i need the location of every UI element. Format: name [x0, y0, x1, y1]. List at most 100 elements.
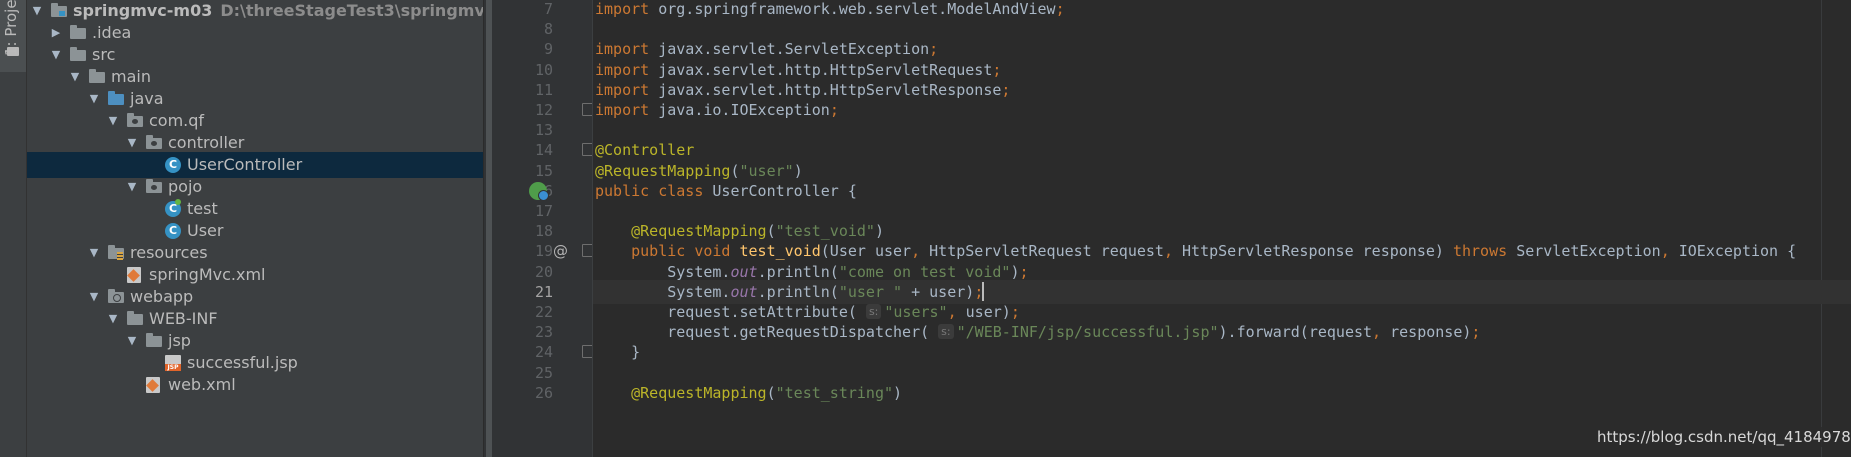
code-token: System.	[595, 282, 731, 301]
parameter-hint: s:	[938, 324, 954, 340]
tool-window-strip: 1: Project	[0, 0, 27, 457]
folder-icon	[89, 69, 105, 85]
code-token: @RequestMapping	[631, 222, 767, 241]
expanded-arrow-icon[interactable]: ▼	[48, 47, 64, 63]
code-token: (	[766, 383, 776, 402]
code-token: UserController {	[712, 181, 857, 200]
code-token: response)	[1390, 323, 1472, 342]
tree-item-label: controller	[168, 133, 245, 152]
spring-bean-gutter-icon[interactable]	[529, 181, 549, 201]
code-token: )	[874, 222, 884, 241]
folder-shape	[108, 91, 124, 105]
module-folder-icon	[51, 3, 67, 19]
code-token: HttpServletRequest request	[929, 242, 1164, 261]
code-token: ;	[1019, 262, 1029, 281]
folder-shape	[70, 47, 86, 61]
code-token: java.io.IOException	[658, 101, 830, 119]
code-token: out	[730, 262, 758, 281]
code-line[interactable]: request.getRequestDispatcher( s: "/WEB-IN…	[595, 320, 1480, 344]
request-mapping-gutter-icon[interactable]: @	[553, 239, 568, 263]
code-token: System.	[595, 262, 731, 281]
collapsed-arrow-icon[interactable]: ▶	[48, 25, 64, 41]
class-c-glyph: C	[165, 157, 181, 173]
class-icon: C	[165, 157, 181, 173]
web-marker	[113, 294, 121, 302]
tree-item-web-xml[interactable]: web.xml	[27, 372, 483, 398]
package-dot	[132, 119, 138, 124]
code-token: @RequestMapping	[631, 383, 767, 402]
expanded-arrow-icon[interactable]: ▼	[124, 179, 140, 195]
resources-marker	[117, 252, 123, 260]
package-icon	[127, 113, 143, 129]
code-token: ,	[911, 242, 930, 261]
xml-file-icon	[146, 377, 162, 393]
class-c-glyph: C	[165, 223, 181, 239]
tree-item-label: com.qf	[149, 111, 205, 130]
folder-shape	[89, 69, 105, 83]
editor-gutter[interactable]: 7891011121314151617181920212223242526	[495, 0, 593, 457]
jsp-file-icon: JSP	[165, 355, 181, 371]
package-dot	[151, 141, 157, 146]
code-token: "user "	[838, 282, 903, 301]
jsp-shape: JSP	[165, 355, 181, 371]
tree-item-label: resources	[130, 243, 208, 262]
code-token: + user)	[902, 282, 975, 301]
tree-item-label: WEB-INF	[149, 309, 218, 328]
expanded-arrow-icon[interactable]: ▼	[67, 69, 83, 85]
code-line[interactable]: }	[595, 340, 640, 364]
code-token: javax.servlet.http.HttpServletRequest	[658, 60, 993, 79]
project-tool-tab[interactable]: 1: Project	[0, 0, 26, 72]
code-token: ;	[1010, 303, 1020, 321]
code-token: import	[595, 40, 659, 59]
code-token: ;	[1055, 0, 1065, 18]
text-caret	[982, 281, 985, 301]
code-token: "user"	[739, 161, 794, 180]
code-editor[interactable]: import org.springframework.web.servlet.M…	[593, 0, 1851, 457]
expanded-arrow-icon[interactable]: ▼	[124, 135, 140, 151]
code-line[interactable]: public class UserController {	[595, 179, 857, 203]
expanded-arrow-icon[interactable]: ▼	[86, 91, 102, 107]
expanded-arrow-icon[interactable]: ▼	[105, 113, 121, 129]
tree-item-label: .idea	[92, 23, 132, 42]
tree-item-label: UserController	[187, 155, 303, 174]
expanded-arrow-icon[interactable]: ▼	[86, 289, 102, 305]
code-token: ServletException	[1516, 242, 1661, 261]
folder-shape	[146, 135, 162, 149]
code-line[interactable]: import org.springframework.web.servlet.M…	[595, 0, 1065, 21]
class-icon: C	[165, 223, 181, 239]
folder-shape	[51, 3, 67, 17]
expanded-arrow-icon[interactable]: ▼	[105, 311, 121, 327]
code-token: import	[595, 0, 659, 18]
project-scrollbar-thumb[interactable]	[486, 0, 492, 457]
code-line[interactable]: import java.io.IOException;	[595, 98, 839, 122]
code-token: import	[595, 101, 659, 119]
code-token: "users"	[884, 303, 948, 321]
package-icon	[146, 135, 162, 151]
expanded-arrow-icon[interactable]: ▼	[124, 333, 140, 349]
code-token: .println(	[757, 282, 839, 301]
project-tool-tab-label: 1: Project	[2, 0, 20, 56]
code-line[interactable]: @RequestMapping("test_string")	[595, 381, 902, 405]
code-token: ;	[829, 101, 839, 119]
code-token: ;	[1471, 323, 1481, 342]
code-token: .println(	[757, 262, 839, 281]
code-token: "test_void"	[775, 222, 875, 241]
tree-item-label: main	[111, 67, 151, 86]
expanded-arrow-icon[interactable]: ▼	[86, 245, 102, 261]
code-token: (User user	[820, 242, 912, 261]
class-c-glyph: C	[165, 199, 181, 217]
folder-shape	[108, 289, 124, 303]
tree-item-label: successful.jsp	[187, 353, 298, 372]
xml-shape	[146, 377, 160, 393]
folder-icon	[70, 47, 86, 63]
code-token: @Controller	[595, 141, 695, 160]
project-tree-panel: ▼ springmvc-m03 D:\threeStageTest3\springm…	[27, 0, 483, 457]
web-folder-icon	[108, 289, 124, 305]
parameter-hint: s:	[865, 304, 882, 319]
code-token: "test_string"	[775, 383, 894, 402]
expanded-arrow-icon[interactable]: ▼	[29, 3, 45, 19]
code-token: public void	[631, 242, 740, 261]
